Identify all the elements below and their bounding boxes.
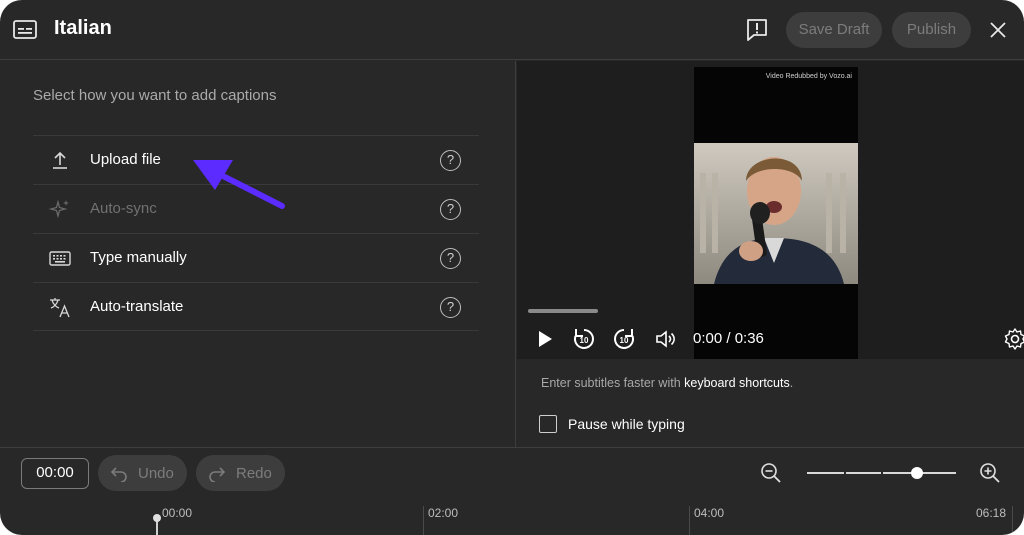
video-time: 0:00 / 0:36 (693, 330, 764, 347)
play-icon[interactable] (532, 327, 556, 351)
upload-icon (53, 151, 67, 169)
ruler-label: 06:18 (976, 506, 1007, 520)
save-draft-button[interactable]: Save Draft (786, 12, 882, 48)
zoom-out-icon[interactable] (760, 462, 782, 484)
svg-text:10: 10 (580, 336, 589, 345)
redo-icon (209, 467, 226, 482)
option-label: Upload file (90, 151, 161, 168)
option-auto-translate[interactable]: Auto-translate ? (33, 282, 479, 331)
ruler-tick (423, 506, 424, 535)
forward-10-icon[interactable]: 10 (612, 327, 636, 351)
redo-label: Redo (236, 465, 272, 482)
caption-method-panel: Select how you want to add captions Uplo… (0, 61, 516, 447)
header: Italian Save Draft Publish (0, 0, 1024, 60)
rewind-10-icon[interactable]: 10 (572, 327, 596, 351)
ruler-label: 04:00 (694, 506, 725, 520)
video-watermark: Video Redubbed by Vozo.ai (765, 73, 852, 80)
zoom-slider[interactable] (807, 467, 956, 479)
playhead-handle[interactable] (153, 514, 161, 522)
option-label: Type manually (90, 249, 187, 266)
video-progress-bar[interactable] (528, 309, 598, 313)
caption-editor-dialog: Italian Save Draft Publish Select how yo… (0, 0, 1024, 535)
help-icon[interactable]: ? (440, 297, 461, 318)
video-thumbnail (694, 143, 858, 284)
video-frame: Video Redubbed by Vozo.ai (694, 67, 858, 359)
shortcut-hint: Enter subtitles faster with keyboard sho… (541, 376, 793, 390)
sparkle-icon (49, 199, 69, 219)
option-label: Auto-translate (90, 298, 184, 315)
pause-while-typing-label: Pause while typing (568, 416, 685, 432)
help-icon[interactable]: ? (440, 248, 461, 269)
annotation-arrow-icon (193, 160, 285, 209)
page-title: Italian (54, 17, 112, 39)
ruler-label: 02:00 (428, 506, 459, 520)
settings-gear-icon[interactable] (1003, 327, 1024, 351)
publish-button[interactable]: Publish (892, 12, 971, 48)
undo-button[interactable]: Undo (98, 455, 187, 491)
help-icon[interactable]: ? (440, 199, 461, 220)
keyboard-icon (49, 251, 71, 266)
caption-icon (13, 20, 37, 39)
option-type-manually[interactable]: Type manually ? (33, 233, 479, 282)
zoom-tick (881, 471, 883, 475)
zoom-tick (844, 471, 846, 475)
redo-button[interactable]: Redo (196, 455, 285, 491)
undo-label: Undo (138, 465, 174, 482)
volume-icon[interactable] (654, 327, 678, 351)
keyboard-shortcuts-link[interactable]: keyboard shortcuts (684, 376, 790, 390)
ruler-tick (689, 506, 690, 535)
help-icon[interactable]: ? (440, 150, 461, 171)
svg-text:10: 10 (620, 336, 629, 345)
pause-while-typing-checkbox[interactable] (539, 415, 557, 433)
hint-suffix: . (789, 376, 794, 390)
timeline-toolbar: 00:00 Undo Redo 00:00 02:00 04:00 06:18 (0, 447, 1024, 535)
zoom-slider-thumb[interactable] (911, 467, 924, 479)
zoom-in-icon[interactable] (979, 462, 1001, 484)
hint-prefix: Enter subtitles faster with (541, 376, 685, 390)
feedback-icon[interactable] (744, 17, 770, 43)
translate-icon (50, 298, 70, 318)
ruler-tick (1012, 506, 1013, 535)
ruler-label: 00:00 (162, 506, 193, 520)
timecode-display[interactable]: 00:00 (21, 458, 89, 489)
close-icon[interactable] (986, 18, 1010, 42)
undo-icon (110, 467, 127, 482)
option-label: Auto-sync (90, 200, 157, 217)
method-prompt: Select how you want to add captions (33, 87, 277, 104)
